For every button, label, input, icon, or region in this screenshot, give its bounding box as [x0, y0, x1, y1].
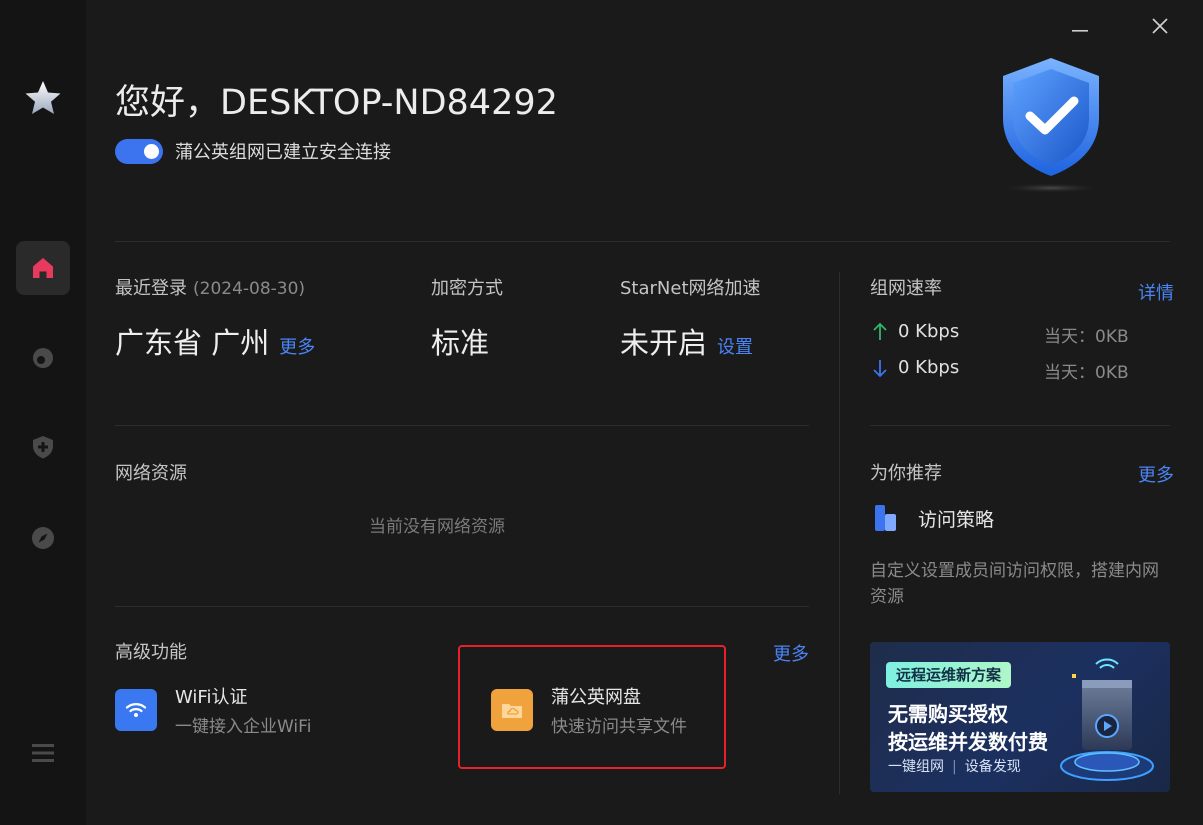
banner-footer: 一键组网 | 设备发现: [888, 756, 1021, 776]
download-rate: 0 Kbps: [872, 357, 959, 378]
feature-subtitle: 一键接入企业WiFi: [175, 717, 312, 737]
sidebar-item-discover[interactable]: [16, 511, 70, 565]
promo-banner[interactable]: 远程运维新方案 无需购买授权 按运维并发数付费 一键组网 | 设备发现: [870, 642, 1170, 792]
recent-login-label-text: 最近登录: [115, 278, 187, 299]
shield-check-icon: [986, 52, 1116, 197]
rate-details-link[interactable]: 详情: [1138, 279, 1174, 305]
connection-status: 蒲公英组网已建立安全连接: [115, 138, 391, 164]
banner-foot-sep: |: [952, 759, 957, 775]
rate-title: 组网速率: [870, 278, 942, 299]
recommend-item-desc: 自定义设置成员间访问权限，搭建内网资源: [870, 561, 1159, 607]
recommend-more-link[interactable]: 更多: [1138, 461, 1174, 487]
compass-icon: [32, 527, 54, 549]
recent-login-date: (2024-08-30): [193, 279, 306, 299]
sidebar: [0, 0, 86, 825]
sidebar-item-home[interactable]: [16, 241, 70, 295]
encryption-label: 加密方式: [431, 278, 503, 299]
banner-foot-1: 一键组网: [888, 759, 944, 775]
recommend-title: 为你推荐: [870, 463, 942, 484]
minimize-icon: [1072, 30, 1088, 32]
sidebar-item-network[interactable]: [16, 331, 70, 385]
recent-login-label: 最近登录 (2024-08-30): [115, 274, 305, 300]
shield-plus-icon: [33, 436, 53, 459]
upload-today: 当天：0KB: [1044, 327, 1129, 347]
recommend-item-title: 访问策略: [918, 508, 995, 531]
starnet-label: StarNet网络加速: [620, 278, 761, 299]
divider: [115, 241, 1170, 242]
star-icon: [23, 78, 63, 118]
download-rate-value: 0 Kbps: [898, 357, 960, 378]
wifi-icon: [115, 689, 157, 731]
banner-line-2: 按运维并发数付费: [888, 730, 1048, 754]
arrow-down-icon: [873, 359, 887, 377]
download-today: 当天：0KB: [1044, 363, 1129, 383]
recent-login-location-text: 广东省 广州: [115, 326, 270, 360]
highlight-box: [458, 645, 726, 769]
access-policy-icon: [875, 505, 896, 531]
features-title: 高级功能: [115, 642, 187, 663]
network-icon: [33, 348, 53, 368]
recent-login-more-link[interactable]: 更多: [279, 337, 315, 358]
features-more-link[interactable]: 更多: [773, 640, 809, 666]
divider: [115, 425, 809, 426]
hamburger-menu-icon[interactable]: [30, 740, 56, 766]
connection-toggle[interactable]: [115, 138, 163, 164]
feature-title: WiFi认证: [175, 687, 248, 708]
divider: [115, 606, 809, 607]
minimize-button[interactable]: [1064, 10, 1096, 42]
encryption-value: 标准: [431, 326, 490, 360]
starnet-value-text: 未开启: [620, 326, 708, 360]
recommend-access-policy[interactable]: 访问策略: [872, 502, 994, 534]
starnet-value: 未开启 设置: [620, 320, 753, 362]
resources-title: 网络资源: [115, 463, 187, 484]
connection-text: 蒲公英组网已建立安全连接: [175, 142, 391, 163]
divider: [870, 425, 1170, 426]
upload-rate-value: 0 Kbps: [898, 321, 960, 342]
home-icon: [33, 258, 53, 278]
recent-login-location: 广东省 广州 更多: [115, 320, 315, 362]
resources-empty-text: 当前没有网络资源: [369, 517, 505, 537]
upload-rate: 0 Kbps: [872, 321, 959, 342]
sidebar-item-security[interactable]: [16, 420, 70, 474]
greeting-title: 您好，DESKTOP-ND84292: [115, 83, 558, 123]
arrow-up-icon: [873, 322, 887, 340]
divider: [839, 272, 840, 794]
device-illustration-icon: [1060, 658, 1154, 781]
banner-foot-2: 设备发现: [964, 759, 1021, 775]
main-panel: 您好，DESKTOP-ND84292 蒲公英组网已建立安全连接 最近登录 (20…: [86, 0, 1203, 825]
starnet-settings-link[interactable]: 设置: [717, 337, 753, 358]
close-icon: [1152, 18, 1168, 34]
banner-tag: 远程运维新方案: [886, 662, 1012, 688]
banner-line-1: 无需购买授权: [888, 702, 1008, 726]
close-button[interactable]: [1144, 10, 1176, 42]
feature-wifi-auth[interactable]: WiFi认证 一键接入企业WiFi: [115, 683, 311, 737]
